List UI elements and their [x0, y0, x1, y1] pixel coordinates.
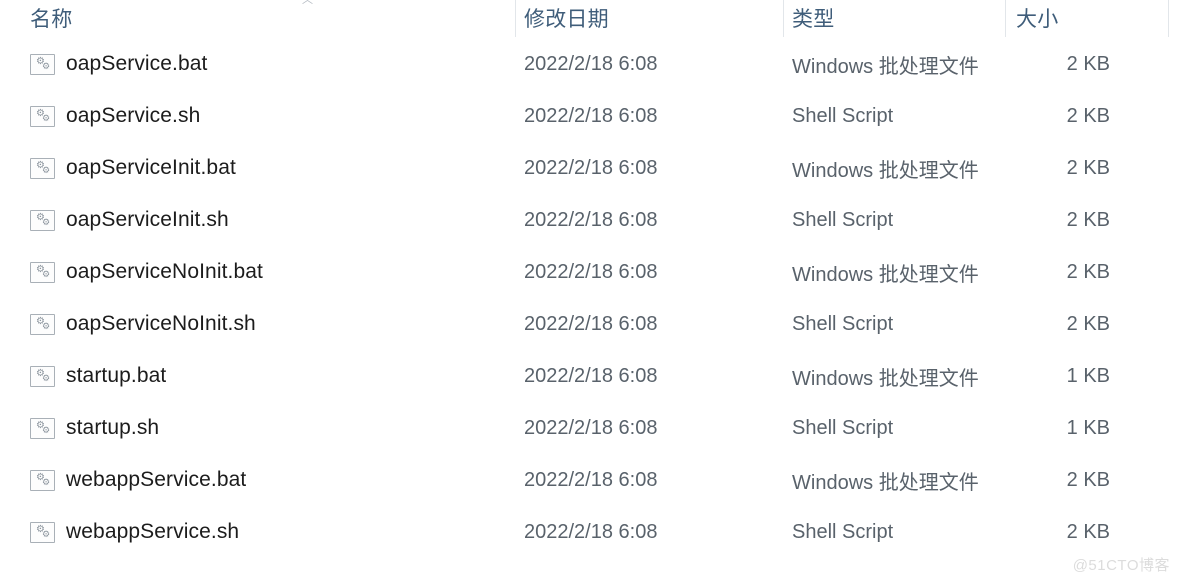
file-size: 1 KB [1066, 416, 1110, 439]
file-name-cell[interactable]: ⚙ ⚙ oapService.sh [30, 104, 200, 128]
file-name-cell[interactable]: ⚙ ⚙ startup.sh [30, 416, 159, 440]
column-header-size-label: 大小 [1016, 8, 1059, 31]
script-file-icon: ⚙ ⚙ [30, 105, 55, 127]
file-type: Shell Script [792, 104, 894, 127]
file-name-cell[interactable]: ⚙ ⚙ webappService.bat [30, 468, 246, 492]
file-name-label: oapServiceInit.bat [66, 156, 236, 179]
file-name-label: oapServiceNoInit.bat [66, 260, 263, 283]
column-header-type-label: 类型 [792, 8, 835, 31]
script-file-icon: ⚙ ⚙ [30, 53, 55, 75]
script-file-icon: ⚙ ⚙ [30, 365, 55, 387]
header-separator-4[interactable] [1168, 0, 1169, 38]
header-separator-3[interactable] [1005, 0, 1006, 38]
file-date-modified: 2022/2/18 6:08 [524, 416, 658, 439]
gear-small-icon: ⚙ [42, 113, 51, 124]
file-type: Windows 批处理文件 [792, 367, 979, 390]
script-file-icon: ⚙ ⚙ [30, 313, 55, 335]
gear-small-icon: ⚙ [42, 217, 51, 228]
gear-small-icon: ⚙ [42, 269, 51, 280]
file-size: 2 KB [1066, 208, 1110, 231]
file-size: 2 KB [1066, 260, 1110, 283]
column-header-date-modified-label: 修改日期 [524, 8, 609, 31]
file-type: Shell Script [792, 312, 894, 335]
file-type: Shell Script [792, 520, 894, 543]
file-size: 2 KB [1066, 520, 1110, 543]
column-header-size[interactable]: 大小 [1016, 0, 1168, 38]
file-date-modified: 2022/2/18 6:08 [524, 52, 658, 75]
file-name-label: webappService.bat [66, 468, 247, 491]
file-date-modified: 2022/2/18 6:08 [524, 468, 658, 491]
file-name-cell[interactable]: ⚙ ⚙ webappService.sh [30, 520, 239, 544]
table-row[interactable]: ⚙ ⚙ webappService.bat 2022/2/18 6:08 Win… [0, 454, 1184, 506]
file-type: Shell Script [792, 416, 894, 439]
table-row[interactable]: ⚙ ⚙ startup.sh 2022/2/18 6:08 Shell Scri… [0, 402, 1184, 454]
script-file-icon: ⚙ ⚙ [30, 417, 55, 439]
column-header-type[interactable]: 类型 [792, 0, 1005, 38]
column-header-row: 名称 ︿ 修改日期 类型 大小 [0, 0, 1184, 38]
file-date-modified: 2022/2/18 6:08 [524, 104, 658, 127]
file-name-cell[interactable]: ⚙ ⚙ oapServiceInit.bat [30, 156, 236, 180]
column-header-name[interactable]: 名称 ︿ [30, 0, 515, 38]
sort-indicator-icon: ︿ [302, 0, 316, 4]
column-header-date-modified[interactable]: 修改日期 [524, 0, 783, 38]
gear-small-icon: ⚙ [42, 477, 51, 488]
file-size: 2 KB [1066, 52, 1110, 75]
file-date-modified: 2022/2/18 6:08 [524, 364, 658, 387]
file-size: 1 KB [1066, 364, 1110, 387]
gear-small-icon: ⚙ [42, 373, 51, 384]
file-type: Windows 批处理文件 [792, 55, 979, 78]
file-size: 2 KB [1066, 104, 1110, 127]
file-name-label: oapServiceNoInit.sh [66, 312, 256, 335]
file-name-label: oapService.sh [66, 104, 201, 127]
script-file-icon: ⚙ ⚙ [30, 469, 55, 491]
file-name-label: oapServiceInit.sh [66, 208, 229, 231]
table-row[interactable]: ⚙ ⚙ oapServiceInit.sh 2022/2/18 6:08 She… [0, 194, 1184, 246]
file-name-cell[interactable]: ⚙ ⚙ oapServiceInit.sh [30, 208, 229, 232]
script-file-icon: ⚙ ⚙ [30, 521, 55, 543]
file-type: Windows 批处理文件 [792, 471, 979, 494]
script-file-icon: ⚙ ⚙ [30, 209, 55, 231]
file-list: ⚙ ⚙ oapService.bat 2022/2/18 6:08 Window… [0, 38, 1184, 581]
gear-small-icon: ⚙ [42, 61, 51, 72]
table-row[interactable]: ⚙ ⚙ webappService.sh 2022/2/18 6:08 Shel… [0, 506, 1184, 558]
file-date-modified: 2022/2/18 6:08 [524, 312, 658, 335]
table-row[interactable]: ⚙ ⚙ oapServiceNoInit.bat 2022/2/18 6:08 … [0, 246, 1184, 298]
gear-small-icon: ⚙ [42, 321, 51, 332]
script-file-icon: ⚙ ⚙ [30, 261, 55, 283]
header-separator-2[interactable] [783, 0, 784, 38]
file-name-label: webappService.sh [66, 520, 240, 543]
file-name-label: startup.sh [66, 416, 160, 439]
file-size: 2 KB [1066, 156, 1110, 179]
file-name-cell[interactable]: ⚙ ⚙ oapService.bat [30, 52, 208, 76]
file-date-modified: 2022/2/18 6:08 [524, 520, 658, 543]
file-date-modified: 2022/2/18 6:08 [524, 260, 658, 283]
gear-small-icon: ⚙ [42, 165, 51, 176]
file-date-modified: 2022/2/18 6:08 [524, 156, 658, 179]
file-explorer-details-view: 名称 ︿ 修改日期 类型 大小 ⚙ ⚙ oapService.bat 2022/… [0, 0, 1184, 581]
file-name-label: startup.bat [66, 364, 167, 387]
file-name-label: oapService.bat [66, 52, 208, 75]
file-type: Shell Script [792, 208, 894, 231]
file-name-cell[interactable]: ⚙ ⚙ oapServiceNoInit.bat [30, 260, 263, 284]
file-name-cell[interactable]: ⚙ ⚙ startup.bat [30, 364, 166, 388]
file-date-modified: 2022/2/18 6:08 [524, 208, 658, 231]
file-size: 2 KB [1066, 312, 1110, 335]
file-type: Windows 批处理文件 [792, 159, 979, 182]
table-row[interactable]: ⚙ ⚙ oapServiceInit.bat 2022/2/18 6:08 Wi… [0, 142, 1184, 194]
table-row[interactable]: ⚙ ⚙ oapService.sh 2022/2/18 6:08 Shell S… [0, 90, 1184, 142]
file-type: Windows 批处理文件 [792, 263, 979, 286]
file-name-cell[interactable]: ⚙ ⚙ oapServiceNoInit.sh [30, 312, 256, 336]
file-size: 2 KB [1066, 468, 1110, 491]
table-row[interactable]: ⚙ ⚙ startup.bat 2022/2/18 6:08 Windows 批… [0, 350, 1184, 402]
script-file-icon: ⚙ ⚙ [30, 157, 55, 179]
header-separator-1[interactable] [515, 0, 516, 38]
table-row[interactable]: ⚙ ⚙ oapServiceNoInit.sh 2022/2/18 6:08 S… [0, 298, 1184, 350]
gear-small-icon: ⚙ [42, 425, 51, 436]
table-row[interactable]: ⚙ ⚙ oapService.bat 2022/2/18 6:08 Window… [0, 38, 1184, 90]
gear-small-icon: ⚙ [42, 529, 51, 540]
column-header-name-label: 名称 [30, 8, 73, 31]
